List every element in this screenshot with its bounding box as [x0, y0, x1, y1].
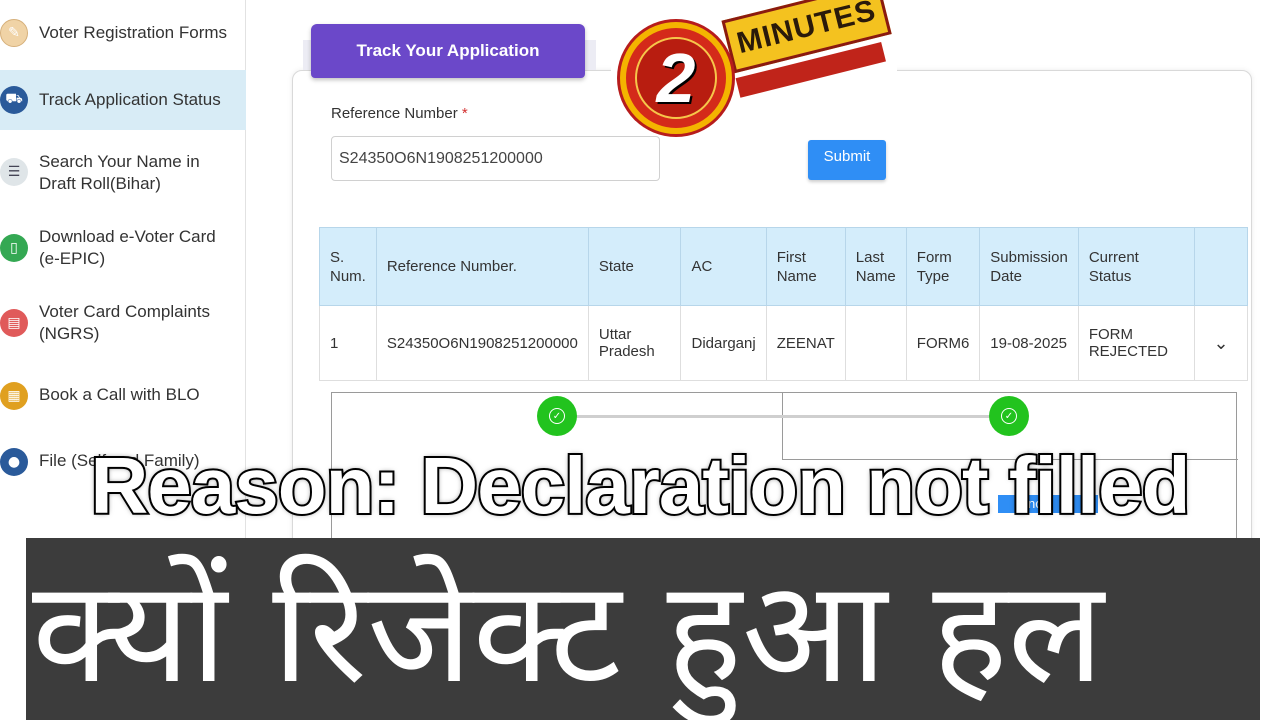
step-complete-check-icon: ✓ [989, 396, 1029, 436]
th-ac: AC [680, 227, 767, 306]
th-submission-date: Submission Date [979, 227, 1079, 306]
cell-first-name: ZEENAT [765, 305, 846, 381]
phone-card-icon: ▯ [0, 234, 28, 262]
step-complete-check-icon: ✓ [537, 396, 577, 436]
cell-current-status: FORM REJECTED [1077, 305, 1196, 381]
table-header-row: S. Num. Reference Number. State AC First… [319, 227, 1248, 306]
badge-number: 2 [635, 37, 717, 119]
sidebar-item-label: Voter Registration Forms [39, 23, 228, 42]
form-icon: ✎ [0, 19, 28, 47]
th-current-status: Current Status [1077, 227, 1196, 306]
th-s-num: S. Num. [319, 227, 377, 306]
sidebar-item-label: Download e-Voter Card (e-EPIC) [39, 227, 216, 268]
cell-form-type: FORM6 [905, 305, 981, 381]
hindi-caption: क्यों रिजेक्ट हुआ हल [32, 550, 1104, 715]
hindi-banner: क्यों रिजेक्ट हुआ हल [26, 538, 1260, 720]
reference-number-label-text: Reference Number [331, 105, 458, 122]
stopwatch-icon: 2 [620, 22, 732, 134]
cell-reference-number: S24350O6N1908251200000 [375, 305, 589, 381]
sidebar-item-label: Track Application Status [39, 90, 221, 109]
reason-caption: Reason: Declaration not filled [88, 439, 1192, 532]
th-first-name: First Name [765, 227, 846, 306]
sidebar-item-label: Voter Card Complaints (NGRS) [39, 302, 211, 343]
cell-state: Uttar Pradesh [587, 305, 682, 381]
application-status-table: S. Num. Reference Number. State AC First… [319, 227, 1248, 381]
th-state: State [587, 227, 682, 306]
cell-ac: Didarganj [680, 305, 767, 381]
chevron-down-icon[interactable]: ⌄ [1194, 305, 1248, 381]
th-form-type: Form Type [905, 227, 981, 306]
sidebar-item-label: Book a Call with BLO [39, 385, 200, 404]
sidebar-item-voter-card-complaints[interactable]: ▤ Voter Card Complaints (NGRS) [0, 297, 246, 353]
list-search-icon: ☰ [0, 158, 28, 186]
th-last-name: Last Name [844, 227, 907, 306]
chat-icon: ▤ [0, 309, 28, 337]
required-mark: * [461, 105, 468, 122]
sidebar-item-book-call-blo[interactable]: ▦ Book a Call with BLO [0, 378, 246, 414]
sidebar-item-search-draft-roll[interactable]: ☰ Search Your Name in Draft Roll(Bihar) [0, 146, 246, 202]
sidebar-item-label: Search Your Name in Draft Roll(Bihar) [39, 152, 200, 193]
th-expand [1194, 227, 1248, 306]
tracker-progress-line [572, 415, 992, 418]
cell-s-num: 1 [319, 305, 377, 381]
reference-number-label: Reference Number * [331, 105, 468, 122]
submit-button[interactable]: Submit [808, 140, 886, 180]
th-reference-number: Reference Number. [375, 227, 589, 306]
truck-icon: ⛟ [0, 86, 28, 114]
reference-number-input[interactable] [331, 136, 660, 181]
cell-submission-date: 19-08-2025 [979, 305, 1079, 381]
sidebar-item-track-application-status[interactable]: ⛟ Track Application Status [0, 70, 246, 130]
calendar-icon: ▦ [0, 382, 28, 410]
cell-last-name [844, 305, 907, 381]
table-row[interactable]: 1 S24350O6N1908251200000 Uttar Pradesh D… [319, 305, 1248, 381]
sidebar-item-download-e-voter-card[interactable]: ▯ Download e-Voter Card (e-EPIC) [0, 222, 246, 278]
sidebar-item-voter-registration-forms[interactable]: ✎ Voter Registration Forms [0, 10, 246, 56]
tab-track-your-application[interactable]: Track Your Application [311, 24, 585, 78]
